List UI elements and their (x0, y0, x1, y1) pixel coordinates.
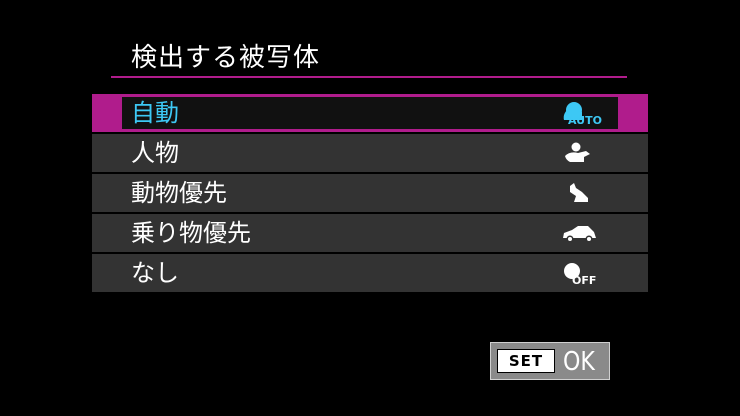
auto-icon-text: AUTO (568, 114, 602, 126)
title-divider (111, 76, 627, 78)
menu-item-none[interactable]: なし OFF (92, 254, 648, 292)
menu-item-label: 人物 (131, 139, 179, 167)
set-ok-button[interactable]: SET OK (490, 342, 610, 380)
detect-off-icon: OFF (560, 260, 604, 286)
animal-icon (560, 180, 604, 206)
auto-detect-icon: AUTO (560, 100, 604, 126)
menu-item-label: 動物優先 (131, 179, 227, 207)
menu-item-vehicle[interactable]: 乗り物優先 (92, 214, 648, 252)
menu-item-label: 自動 (131, 99, 179, 127)
off-icon-text: OFF (572, 274, 596, 286)
menu-item-label: 乗り物優先 (131, 219, 251, 247)
person-icon (560, 140, 604, 166)
menu-item-animal[interactable]: 動物優先 (92, 174, 648, 212)
set-label: SET (497, 349, 555, 373)
ok-label: OK (563, 347, 595, 377)
menu-item-label: なし (131, 259, 179, 287)
vehicle-icon (560, 220, 604, 246)
menu-item-auto[interactable]: 自動 AUTO (92, 94, 648, 132)
subject-menu: 自動 AUTO 人物 動物優先 乗り物優先 なし OFF (92, 94, 648, 294)
page-title: 検出する被写体 (131, 43, 321, 73)
menu-item-person[interactable]: 人物 (92, 134, 648, 172)
